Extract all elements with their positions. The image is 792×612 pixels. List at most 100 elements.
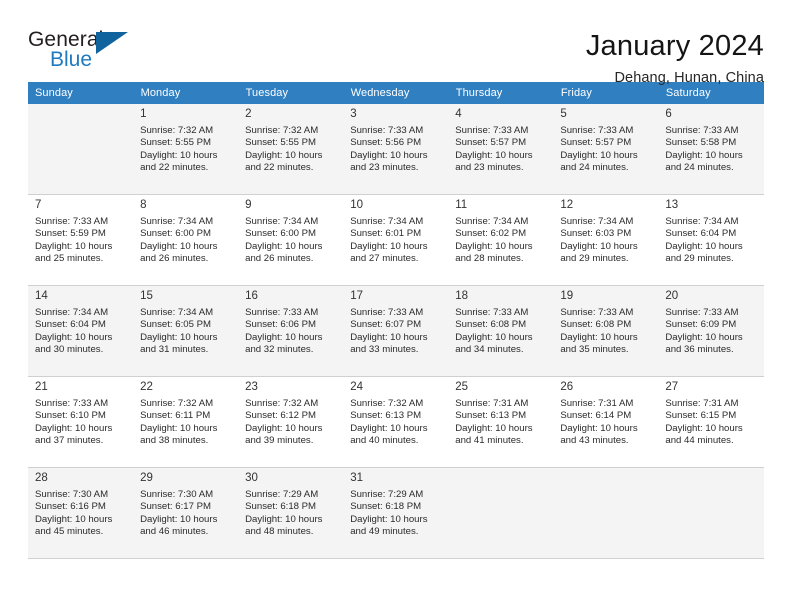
day-number: 6: [665, 108, 672, 120]
day-number: 3: [350, 108, 357, 120]
day-cell[interactable]: 26 Sunrise: 7:31 AM Sunset: 6:14 PM Dayli…: [553, 376, 659, 468]
day-cell[interactable]: 19 Sunrise: 7:33 AM Sunset: 6:08 PM Dayli…: [553, 285, 659, 377]
day-cell[interactable]: 3 Sunrise: 7:33 AM Sunset: 5:56 PM Daylig…: [343, 104, 449, 195]
day-number: 7: [35, 199, 42, 211]
day-number: 12: [560, 199, 574, 211]
day-details: Sunrise: 7:34 AM Sunset: 6:02 PM Dayligh…: [455, 216, 533, 265]
day-cell[interactable]: 28 Sunrise: 7:30 AM Sunset: 6:16 PM Dayli…: [28, 467, 134, 559]
day-cell[interactable]: 5 Sunrise: 7:33 AM Sunset: 5:57 PM Daylig…: [553, 104, 659, 195]
day-number: 9: [245, 199, 252, 211]
day-number: 24: [350, 381, 363, 393]
day-cell[interactable]: 20 Sunrise: 7:33 AM Sunset: 6:09 PM Dayli…: [658, 285, 764, 377]
calendar-week-row: 28 Sunrise: 7:30 AM Sunset: 6:16 PM Dayli…: [28, 467, 764, 559]
day-details: Sunrise: 7:29 AM Sunset: 6:18 PM Dayligh…: [350, 489, 428, 538]
day-number: 19: [560, 290, 574, 302]
day-details: Sunrise: 7:33 AM Sunset: 6:06 PM Dayligh…: [245, 307, 323, 356]
day-details: Sunrise: 7:34 AM Sunset: 6:00 PM Dayligh…: [140, 216, 218, 265]
calendar-week-row: 1 Sunrise: 7:32 AM Sunset: 5:55 PM Daylig…: [28, 104, 764, 195]
day-cell[interactable]: 24 Sunrise: 7:32 AM Sunset: 6:13 PM Dayli…: [343, 376, 449, 468]
day-details: Sunrise: 7:33 AM Sunset: 5:57 PM Dayligh…: [560, 125, 638, 174]
day-cell[interactable]: 27 Sunrise: 7:31 AM Sunset: 6:15 PM Dayli…: [658, 376, 764, 468]
weekday-header-sunday: Sunday: [28, 82, 134, 104]
day-cell[interactable]: 31 Sunrise: 7:29 AM Sunset: 6:18 PM Dayli…: [343, 467, 449, 559]
calendar-week-row: 14 Sunrise: 7:34 AM Sunset: 6:04 PM Dayli…: [28, 285, 764, 377]
day-cell[interactable]: 25 Sunrise: 7:31 AM Sunset: 6:13 PM Dayli…: [448, 376, 554, 468]
title-block: January 2024 Dehang, Hunan, China: [586, 28, 764, 88]
day-number: 31: [350, 472, 363, 484]
day-cell[interactable]: 10 Sunrise: 7:34 AM Sunset: 6:01 PM Dayli…: [343, 194, 449, 286]
day-number: 4: [455, 108, 462, 120]
day-cell[interactable]: 13 Sunrise: 7:34 AM Sunset: 6:04 PM Dayli…: [658, 194, 764, 286]
day-cell-empty: [448, 467, 554, 559]
weekday-header-tuesday: Tuesday: [238, 82, 344, 104]
day-cell[interactable]: 6 Sunrise: 7:33 AM Sunset: 5:58 PM Daylig…: [658, 104, 764, 195]
day-cell[interactable]: 16 Sunrise: 7:33 AM Sunset: 6:06 PM Dayli…: [238, 285, 344, 377]
day-number: [455, 471, 547, 474]
day-cell[interactable]: 8 Sunrise: 7:34 AM Sunset: 6:00 PM Daylig…: [133, 194, 239, 286]
day-number: 18: [455, 290, 469, 302]
day-number: 11: [455, 199, 468, 211]
day-details: Sunrise: 7:34 AM Sunset: 6:05 PM Dayligh…: [140, 307, 218, 356]
day-cell[interactable]: 9 Sunrise: 7:34 AM Sunset: 6:00 PM Daylig…: [238, 194, 344, 286]
day-number: 27: [665, 381, 679, 393]
calendar-week-row: 7 Sunrise: 7:33 AM Sunset: 5:59 PM Daylig…: [28, 194, 764, 286]
day-cell[interactable]: [28, 104, 134, 195]
day-cell[interactable]: 15 Sunrise: 7:34 AM Sunset: 6:05 PM Dayli…: [133, 285, 239, 377]
day-details: Sunrise: 7:33 AM Sunset: 5:56 PM Dayligh…: [350, 125, 428, 174]
day-details: Sunrise: 7:33 AM Sunset: 6:08 PM Dayligh…: [455, 307, 533, 356]
day-cell[interactable]: 29 Sunrise: 7:30 AM Sunset: 6:17 PM Dayli…: [133, 467, 239, 559]
day-number: 28: [35, 472, 48, 484]
weekday-header-wednesday: Wednesday: [343, 82, 449, 104]
day-number: [665, 471, 757, 474]
day-cell[interactable]: 23 Sunrise: 7:32 AM Sunset: 6:12 PM Dayli…: [238, 376, 344, 468]
day-details: Sunrise: 7:31 AM Sunset: 6:14 PM Dayligh…: [560, 398, 638, 447]
day-cell[interactable]: 22 Sunrise: 7:32 AM Sunset: 6:11 PM Dayli…: [133, 376, 239, 468]
day-number: 10: [350, 199, 363, 211]
day-details: Sunrise: 7:33 AM Sunset: 6:10 PM Dayligh…: [35, 398, 113, 447]
day-details: Sunrise: 7:32 AM Sunset: 5:55 PM Dayligh…: [140, 125, 218, 174]
day-number: 30: [245, 472, 258, 484]
day-details: Sunrise: 7:34 AM Sunset: 6:04 PM Dayligh…: [35, 307, 113, 356]
day-number: 1: [140, 108, 147, 120]
day-cell[interactable]: 7 Sunrise: 7:33 AM Sunset: 5:59 PM Daylig…: [28, 194, 134, 286]
day-number: [35, 107, 127, 110]
day-cell-empty: [658, 467, 764, 559]
weekday-header-monday: Monday: [133, 82, 239, 104]
day-number: 8: [140, 199, 147, 211]
day-cell[interactable]: 14 Sunrise: 7:34 AM Sunset: 6:04 PM Dayli…: [28, 285, 134, 377]
day-details: Sunrise: 7:32 AM Sunset: 5:55 PM Dayligh…: [245, 125, 323, 174]
day-details: Sunrise: 7:33 AM Sunset: 5:58 PM Dayligh…: [665, 125, 743, 174]
day-cell[interactable]: 30 Sunrise: 7:29 AM Sunset: 6:18 PM Dayli…: [238, 467, 344, 559]
day-number: 29: [140, 472, 153, 484]
day-cell[interactable]: 21 Sunrise: 7:33 AM Sunset: 6:10 PM Dayli…: [28, 376, 134, 468]
calendar-table: Sunday Monday Tuesday Wednesday Thursday…: [28, 82, 765, 559]
day-cell[interactable]: 17 Sunrise: 7:33 AM Sunset: 6:07 PM Dayli…: [343, 285, 449, 377]
logo-text-blue: Blue: [50, 48, 93, 71]
day-details: Sunrise: 7:34 AM Sunset: 6:04 PM Dayligh…: [665, 216, 743, 265]
day-number: 15: [140, 290, 153, 302]
day-cell[interactable]: 18 Sunrise: 7:33 AM Sunset: 6:08 PM Dayli…: [448, 285, 554, 377]
day-number: 23: [245, 381, 258, 393]
day-cell[interactable]: 4 Sunrise: 7:33 AM Sunset: 5:57 PM Daylig…: [448, 104, 554, 195]
day-details: Sunrise: 7:34 AM Sunset: 6:00 PM Dayligh…: [245, 216, 323, 265]
location-subtitle: Dehang, Hunan, China: [614, 70, 764, 86]
day-details: Sunrise: 7:32 AM Sunset: 6:13 PM Dayligh…: [350, 398, 428, 447]
day-cell[interactable]: 12 Sunrise: 7:34 AM Sunset: 6:03 PM Dayli…: [553, 194, 659, 286]
calendar-page: General Blue January 2024 Dehang, Hunan,…: [0, 0, 792, 612]
day-number: 25: [455, 381, 469, 393]
day-cell[interactable]: 2 Sunrise: 7:32 AM Sunset: 5:55 PM Daylig…: [238, 104, 344, 195]
day-cell[interactable]: 1 Sunrise: 7:32 AM Sunset: 5:55 PM Daylig…: [133, 104, 239, 195]
day-details: Sunrise: 7:33 AM Sunset: 6:08 PM Dayligh…: [560, 307, 638, 356]
general-blue-logo[interactable]: General Blue: [28, 28, 138, 76]
day-number: 17: [350, 290, 363, 302]
day-number: 5: [560, 108, 567, 120]
day-details: Sunrise: 7:30 AM Sunset: 6:17 PM Dayligh…: [140, 489, 218, 538]
day-number: 20: [665, 290, 679, 302]
day-details: Sunrise: 7:32 AM Sunset: 6:11 PM Dayligh…: [140, 398, 218, 447]
day-details: Sunrise: 7:32 AM Sunset: 6:12 PM Dayligh…: [245, 398, 323, 447]
day-number: 21: [35, 381, 48, 393]
day-cell[interactable]: 11 Sunrise: 7:34 AM Sunset: 6:02 PM Dayli…: [448, 194, 554, 286]
day-number: 2: [245, 108, 252, 120]
day-details: Sunrise: 7:33 AM Sunset: 6:09 PM Dayligh…: [665, 307, 743, 356]
triangle-icon: [96, 32, 128, 54]
